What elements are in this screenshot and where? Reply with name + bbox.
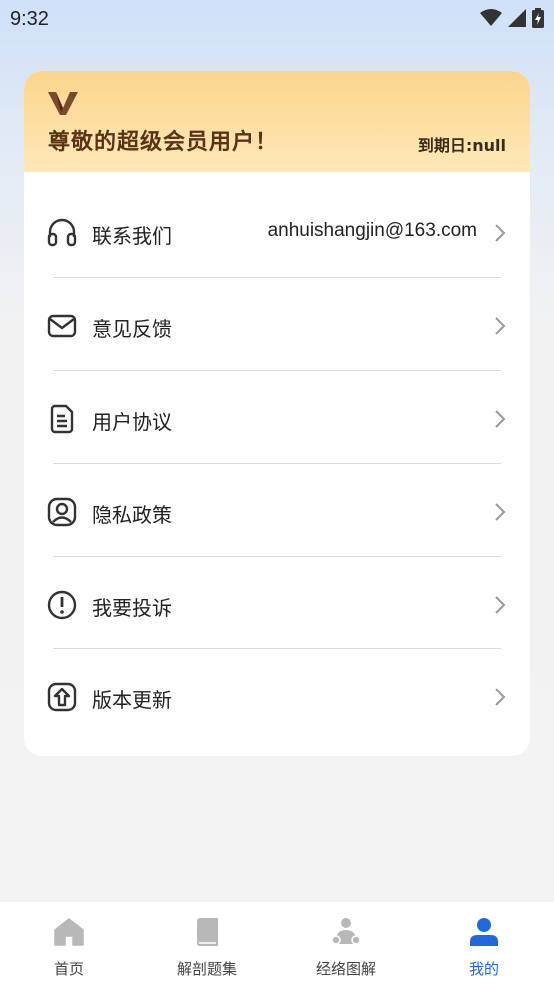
- alert-icon: [47, 590, 77, 620]
- tab-home[interactable]: 首页: [0, 902, 138, 984]
- status-time: 9:32: [10, 8, 49, 30]
- battery-icon: [532, 8, 544, 28]
- menu-item-label: 隐私政策: [92, 503, 172, 527]
- vip-expire-date: 到期日:null: [417, 136, 506, 155]
- tab-mine[interactable]: 我的: [415, 902, 553, 984]
- divider: [53, 370, 501, 371]
- divider: [53, 277, 501, 278]
- menu-item-agreement[interactable]: 用户协议: [24, 372, 530, 464]
- chevron-right-icon: [495, 317, 506, 335]
- book-icon: [197, 918, 218, 947]
- divider: [53, 463, 501, 464]
- menu-item-privacy[interactable]: 隐私政策: [24, 465, 530, 557]
- tab-questions[interactable]: 解剖题集: [138, 902, 276, 984]
- chevron-right-icon: [495, 596, 506, 614]
- chevron-right-icon: [495, 503, 506, 521]
- upgrade-icon: [47, 682, 77, 712]
- chevron-right-icon: [495, 688, 506, 706]
- tab-label: 解剖题集: [176, 960, 237, 978]
- chevron-right-icon: [495, 224, 506, 242]
- vip-logo-icon: [48, 92, 78, 115]
- menu-item-complaint[interactable]: 我要投诉: [24, 558, 530, 650]
- menu-item-contact[interactable]: 联系我们 anhuishangjin@163.com: [24, 186, 530, 278]
- divider: [53, 648, 501, 649]
- tab-label: 我的: [468, 960, 499, 978]
- meridian-icon: [331, 918, 361, 945]
- tab-label: 首页: [53, 960, 84, 978]
- menu-item-update[interactable]: 版本更新: [24, 650, 530, 742]
- home-icon: [54, 918, 84, 946]
- user-shield-icon: [47, 497, 77, 527]
- vip-title: 尊敬的超级会员用户！: [48, 130, 279, 155]
- tab-label: 经络图解: [315, 960, 376, 978]
- bottom-tab-bar: 首页 解剖题集 经络图解 我的: [0, 902, 554, 984]
- menu-item-label: 我要投诉: [92, 596, 172, 620]
- divider: [53, 556, 501, 557]
- menu-item-label: 联系我们: [92, 224, 172, 248]
- headset-icon: [47, 218, 77, 247]
- profile-card: 尊敬的超级会员用户！ 到期日:null 联系我们 anhuishangjin@1…: [24, 71, 530, 756]
- menu-item-label: 版本更新: [92, 688, 172, 712]
- contact-email: anhuishangjin@163.com: [267, 220, 477, 241]
- status-icons: [480, 8, 544, 28]
- person-icon: [470, 918, 498, 946]
- mail-icon: [47, 314, 77, 338]
- wifi-icon: [480, 9, 502, 26]
- menu-item-feedback[interactable]: 意见反馈: [24, 279, 530, 371]
- chevron-right-icon: [495, 410, 506, 428]
- status-bar: 9:32: [0, 0, 554, 40]
- menu-item-label: 用户协议: [92, 410, 172, 434]
- tab-meridian[interactable]: 经络图解: [277, 902, 415, 984]
- vip-banner: 尊敬的超级会员用户！ 到期日:null: [24, 71, 530, 172]
- signal-icon: [508, 9, 526, 27]
- menu-item-label: 意见反馈: [92, 317, 172, 341]
- document-icon: [50, 404, 74, 434]
